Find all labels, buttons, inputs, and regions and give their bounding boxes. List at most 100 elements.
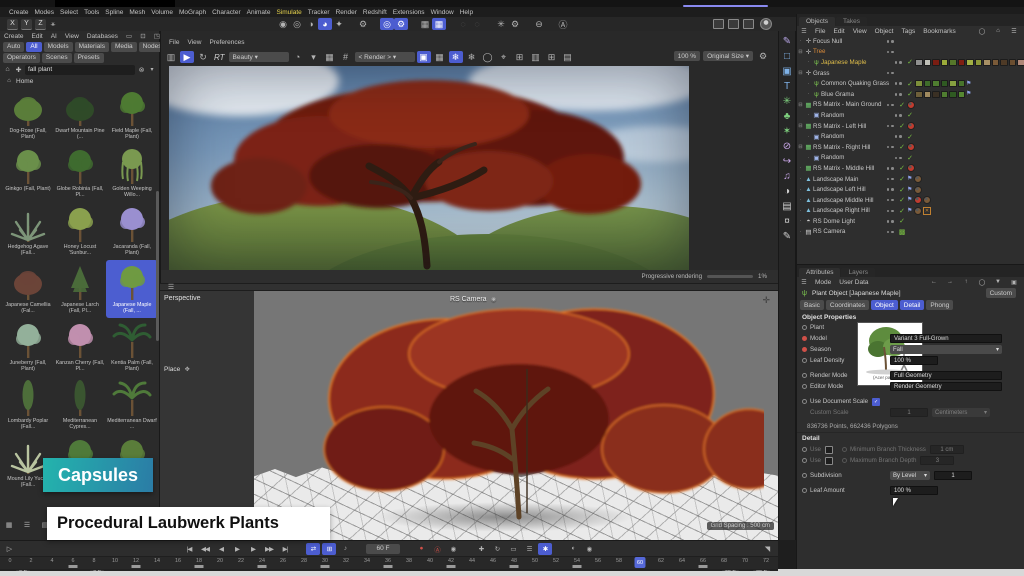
menu-modes[interactable]: Modes xyxy=(32,9,58,16)
render-dot[interactable] xyxy=(891,231,894,234)
motion-mode-button[interactable]: ◐ xyxy=(566,543,580,555)
material-swatch[interactable] xyxy=(915,80,923,88)
key-selection-button[interactable]: ◉ xyxy=(446,543,460,555)
clear-search-icon[interactable]: ⊗ xyxy=(137,64,146,76)
render-play-icon[interactable]: ▶ xyxy=(180,51,194,63)
om-menu-view[interactable]: View xyxy=(849,28,871,35)
visibility-dots[interactable] xyxy=(883,146,897,149)
filter-icon[interactable]: ☰ xyxy=(1007,25,1021,37)
enabled-check-icon[interactable]: ✓ xyxy=(897,143,907,151)
visibility-dots[interactable] xyxy=(891,157,905,160)
category-tab-scenes[interactable]: Scenes xyxy=(42,53,72,63)
axis-lock-y[interactable]: Y xyxy=(21,19,32,30)
frame-tick[interactable]: 52 xyxy=(553,558,559,564)
breadcrumb[interactable]: ⌂ Home xyxy=(0,76,159,86)
plant-item[interactable]: Japanese Larch (Fall, Pl... xyxy=(54,260,106,318)
filter-icon[interactable]: ▼ xyxy=(991,276,1005,288)
dropdown-subdivision[interactable]: By Level▾ xyxy=(890,471,930,480)
material-swatch[interactable] xyxy=(932,80,940,88)
expander-icon[interactable]: ⊟ xyxy=(797,70,804,76)
visibility-dots[interactable] xyxy=(883,178,897,181)
cloth-gear-icon[interactable]: ⚙ xyxy=(394,18,408,30)
object-row[interactable]: ·▤RS Camera▩ xyxy=(797,227,1024,238)
autokey-a-icon[interactable]: Ⓐ xyxy=(556,18,570,30)
frame-tick[interactable]: 48 xyxy=(511,558,517,564)
enabled-check-icon[interactable]: ✓ xyxy=(905,90,915,98)
record-scale-button[interactable]: ▭ xyxy=(506,543,520,555)
object-row[interactable]: ·▲Landscape Left Hill✓⚑ xyxy=(797,184,1024,195)
material-tag[interactable] xyxy=(914,196,922,204)
plant-item[interactable]: Golden Weeping Willo... xyxy=(106,144,158,202)
frame-tick[interactable]: 32 xyxy=(343,558,349,564)
ab-compare-icon[interactable]: ▥ xyxy=(529,51,543,63)
plant-item[interactable]: Lombardy Poplar (Fall... xyxy=(2,376,54,434)
render-dot[interactable] xyxy=(891,72,894,75)
section-tab-object[interactable]: Object xyxy=(871,300,898,310)
character-gear-icon[interactable]: ⚙ xyxy=(356,18,370,30)
zoom-level-field[interactable]: 100 % xyxy=(674,51,700,61)
field-leaf-amount[interactable]: 100 % xyxy=(890,486,938,495)
document-tab[interactable] xyxy=(55,0,175,7)
object-row[interactable]: ⊟▦RS Matrix - Main Ground✓ xyxy=(797,100,1024,111)
material-swatch[interactable] xyxy=(992,59,1000,67)
search-icon[interactable]: ◯ xyxy=(975,276,989,288)
grid-icon[interactable]: ▦ xyxy=(433,51,447,63)
softbody-icon[interactable]: ◑ xyxy=(304,18,318,30)
object-row[interactable]: ⊟▦RS Matrix - Left Hill✓ xyxy=(797,121,1024,132)
autokey-button[interactable]: Ⓐ xyxy=(430,543,444,555)
plant-item[interactable]: Ginkgo (Fall, Plant) xyxy=(2,144,54,202)
keyframe-marker[interactable] xyxy=(510,565,519,568)
plant-item[interactable]: Japanese Maple (Fall, ... xyxy=(106,260,158,318)
plant-item[interactable]: Mediterranean Cypres... xyxy=(54,376,106,434)
frame-tick[interactable]: 28 xyxy=(301,558,307,564)
phong-tag-icon[interactable]: ⚑ xyxy=(907,187,913,193)
material-tag[interactable] xyxy=(914,175,922,183)
thumb-view-icon[interactable]: ▦ xyxy=(2,519,16,531)
om-menu-file[interactable]: File xyxy=(811,28,829,35)
keyframe-mode-button[interactable]: ◉ xyxy=(582,543,596,555)
menu-mesh[interactable]: Mesh xyxy=(126,9,148,16)
checkbox[interactable]: ✓ xyxy=(872,398,880,406)
render-settings-gear-icon[interactable]: ⚙ xyxy=(756,50,770,62)
next-frame-button[interactable]: ▶ xyxy=(246,543,260,555)
frame-tick[interactable]: 56 xyxy=(595,558,601,564)
refresh-icon[interactable]: ↻ xyxy=(196,51,210,63)
render-dot[interactable] xyxy=(891,40,894,43)
axis-lock-z[interactable]: Z xyxy=(35,19,46,30)
frame-tick[interactable]: 18 xyxy=(196,558,202,564)
frame-tick[interactable]: 40 xyxy=(427,558,433,564)
up-icon[interactable]: ↑ xyxy=(959,276,973,288)
material-tag[interactable] xyxy=(907,143,915,151)
ab-menu-ai[interactable]: AI xyxy=(47,33,61,40)
section-tab-detail[interactable]: Detail xyxy=(900,300,925,310)
render-dot[interactable] xyxy=(899,114,902,117)
phong-tag-icon[interactable]: ⚑ xyxy=(907,176,913,182)
dim-a-icon[interactable]: ◌ xyxy=(456,18,470,30)
axis-tool-icon[interactable]: ⚹ xyxy=(46,18,60,30)
object-row[interactable]: ·▲Landscape Right Hill✓⚑✕ xyxy=(797,206,1024,217)
object-row[interactable]: ·▦RS Matrix - Middle Hill✓ xyxy=(797,163,1024,174)
object-label[interactable]: RS Matrix - Middle Hill xyxy=(813,165,874,172)
grid-active-icon[interactable]: ▦ xyxy=(432,18,446,30)
menu-animate[interactable]: Animate xyxy=(244,9,274,16)
object-label[interactable]: RS Matrix - Main Ground xyxy=(813,101,881,108)
plant-item[interactable]: Honey Locust 'Sunbur... xyxy=(54,202,106,260)
plant-item[interactable]: Japanese Camellia (Fal... xyxy=(2,260,54,318)
rv-menu-preferences[interactable]: Preferences xyxy=(205,39,248,46)
object-row[interactable]: ⊟✛Grass xyxy=(797,68,1024,79)
home-icon[interactable]: ⌂ xyxy=(3,64,12,76)
menu-volume[interactable]: Volume xyxy=(148,9,176,16)
object-label[interactable]: Landscape Right Hill xyxy=(813,207,870,214)
om-menu-tags[interactable]: Tags xyxy=(897,28,919,35)
sub-value-field[interactable]: 1 cm xyxy=(930,445,964,454)
record-position-button[interactable]: ✚ xyxy=(474,543,488,555)
enabled-check-icon[interactable]: ✓ xyxy=(897,207,907,215)
editor-dot[interactable] xyxy=(887,72,890,75)
enabled-check-icon[interactable]: ✓ xyxy=(897,217,907,225)
material-swatch[interactable] xyxy=(932,91,940,99)
back-icon[interactable]: ← xyxy=(927,276,941,288)
frame-tick[interactable]: 14 xyxy=(154,558,160,564)
object-label[interactable]: RS Camera xyxy=(813,228,845,235)
render-dot[interactable] xyxy=(891,199,894,202)
unit-dropdown[interactable]: Centimeters▾ xyxy=(932,408,990,417)
